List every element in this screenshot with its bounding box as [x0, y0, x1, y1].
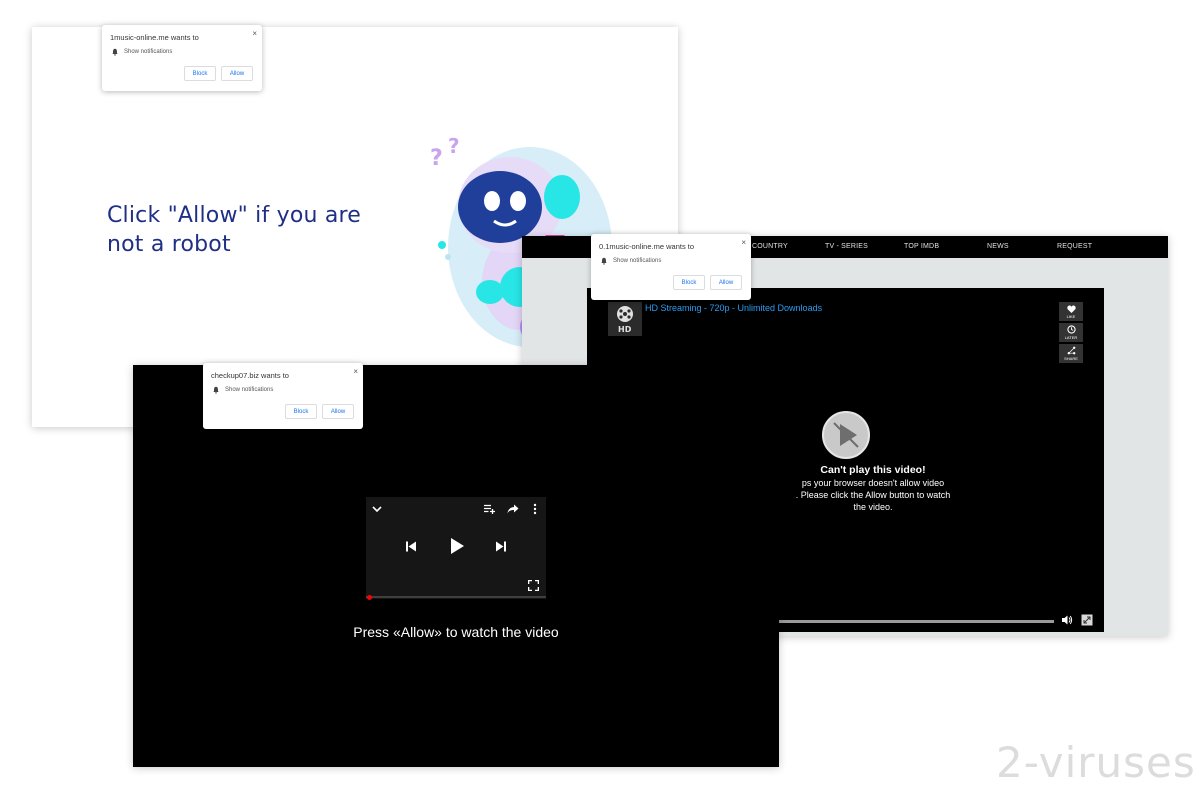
error-line: . Please click the Allow button to watch	[795, 490, 951, 500]
block-button[interactable]: Block	[285, 404, 317, 419]
notification-body: Show notifications	[613, 258, 662, 264]
volume-icon[interactable]	[1061, 614, 1073, 626]
notification-popup-0-1music: 0.1music-online.me wants to × Show notif…	[591, 234, 751, 300]
more-options-icon[interactable]	[533, 503, 537, 515]
error-line: ps your browser doesn't allow video	[801, 478, 945, 488]
notification-popup-checkup07: checkup07.biz wants to × Show notificati…	[203, 363, 363, 429]
notification-site: checkup07.biz wants to	[211, 371, 289, 380]
progress-scrubber[interactable]	[367, 595, 372, 600]
chevron-down-icon[interactable]	[372, 505, 382, 513]
share-arrow-icon[interactable]	[507, 504, 519, 514]
nav-item-news[interactable]: NEWS	[987, 243, 1009, 250]
video-progress-bar[interactable]	[366, 596, 546, 598]
add-to-queue-icon[interactable]	[484, 504, 496, 514]
disabled-play-icon[interactable]	[821, 410, 871, 460]
notification-site: 1music-online.me wants to	[110, 33, 199, 42]
next-track-icon[interactable]	[496, 541, 506, 552]
hd-logo: HD	[608, 302, 642, 336]
composite-stage: Click "Allow" if you are not a robot ? ?	[0, 0, 1200, 792]
bell-icon	[601, 257, 607, 265]
error-title: Can't play this video!	[820, 464, 926, 476]
share-icon	[1067, 346, 1075, 355]
video-progress-bar[interactable]	[777, 620, 1054, 623]
heart-icon	[1066, 304, 1076, 313]
allow-button[interactable]: Allow	[221, 66, 253, 81]
block-button[interactable]: Block	[184, 66, 216, 81]
robot-headline-line2: not a robot	[107, 232, 231, 257]
svg-text:HD: HD	[618, 325, 632, 334]
robot-headline-line1: Click "Allow" if you are	[107, 203, 362, 228]
fullscreen-icon[interactable]	[528, 580, 539, 591]
nav-item-tv-series[interactable]: TV - SERIES	[825, 243, 868, 250]
press-allow-caption: Press «Allow» to watch the video	[353, 624, 559, 640]
bell-icon	[213, 386, 219, 394]
watch-later-button[interactable]: LATER	[1059, 323, 1083, 342]
notification-body: Show notifications	[124, 49, 173, 55]
mini-video-player[interactable]	[366, 497, 546, 599]
clock-icon	[1066, 325, 1076, 334]
allow-button[interactable]: Allow	[322, 404, 354, 419]
fullscreen-icon[interactable]	[1081, 614, 1093, 626]
block-button[interactable]: Block	[673, 275, 705, 290]
svg-text:?: ?	[448, 134, 460, 158]
screenshot-press-allow-page: Press «Allow» to watch the video checkup…	[133, 363, 779, 767]
like-button[interactable]: LIKE	[1059, 302, 1083, 321]
allow-button[interactable]: Allow	[710, 275, 742, 290]
notification-site: 0.1music-online.me wants to	[599, 242, 695, 251]
notification-close-icon[interactable]: ×	[741, 238, 746, 247]
nav-item-top-imdb[interactable]: TOP IMDB	[904, 243, 939, 250]
notification-body: Show notifications	[225, 387, 274, 393]
error-description: ps your browser doesn't allow video . Pl…	[773, 477, 973, 513]
share-label: SHARE	[1064, 356, 1078, 361]
previous-track-icon[interactable]	[406, 541, 416, 552]
nav-item-request[interactable]: REQUEST	[1057, 243, 1092, 250]
like-label: LIKE	[1066, 313, 1076, 319]
svg-text:?: ?	[430, 146, 443, 171]
notification-close-icon[interactable]: ×	[353, 367, 358, 376]
later-label: LATER	[1064, 335, 1078, 340]
film-reel-icon: HD	[617, 306, 633, 334]
notification-close-icon[interactable]: ×	[252, 29, 257, 38]
notification-popup-1music: 1music-online.me wants to × Show notific…	[102, 25, 262, 91]
watermark-logo: 2-viruses	[996, 738, 1196, 787]
play-icon[interactable]	[451, 538, 464, 554]
share-button[interactable]: SHARE	[1059, 344, 1083, 363]
video-title-link[interactable]: HD Streaming - 720p - Unlimited Download…	[645, 303, 822, 313]
error-line: the video.	[853, 502, 893, 512]
bell-icon	[112, 48, 118, 56]
nav-item-country[interactable]: COUNTRY	[752, 243, 788, 250]
robot-headline: Click "Allow" if you are not a robot	[107, 201, 361, 259]
